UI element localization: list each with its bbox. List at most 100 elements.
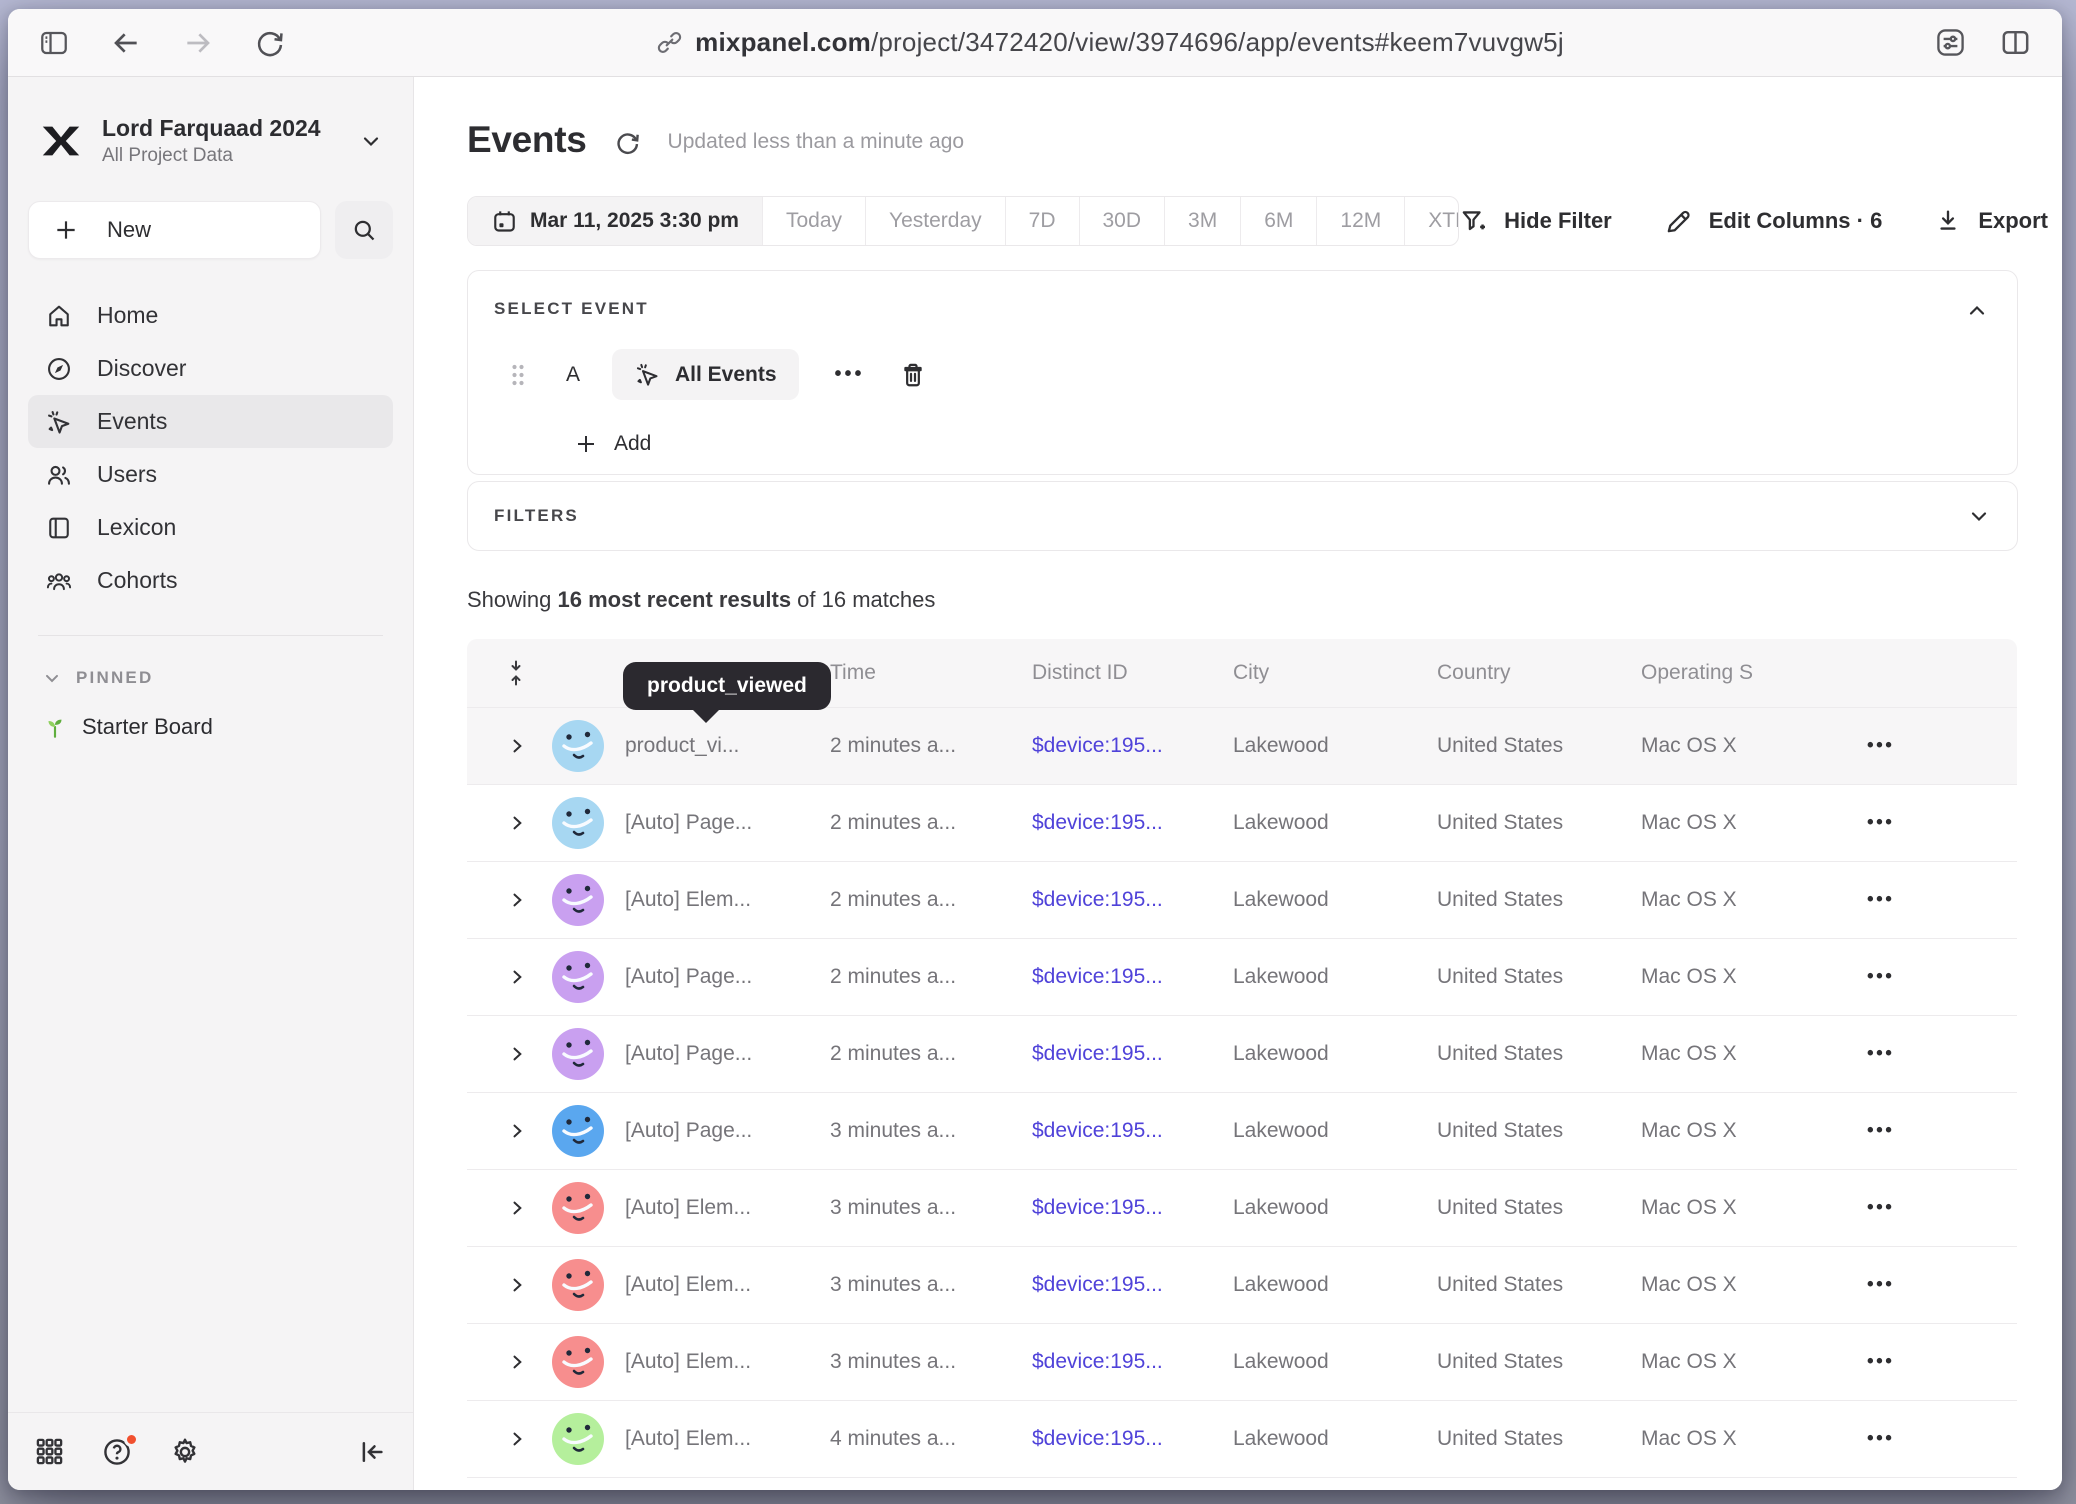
event-time: 3 minutes a... <box>830 1119 1032 1143</box>
sidebar-item-users[interactable]: Users <box>28 448 393 501</box>
event-selector-chip[interactable]: All Events <box>612 349 799 400</box>
page-settings-icon[interactable] <box>1934 26 1967 59</box>
sidebar-toggle-icon[interactable] <box>38 27 70 59</box>
book-icon <box>45 514 73 542</box>
distinct-id-link[interactable]: $device:195... <box>1032 734 1163 757</box>
distinct-id-link[interactable]: $device:195... <box>1032 965 1163 988</box>
row-expander chevron-right-icon[interactable] <box>507 967 527 987</box>
project-switcher[interactable]: Lord Farquaad 2024 All Project Data <box>28 115 393 167</box>
row-menu-icon[interactable]: ••• <box>1867 889 1894 911</box>
distinct-id-link[interactable]: $device:195... <box>1032 1350 1163 1373</box>
table-row[interactable]: [Auto] Elem... 3 minutes a... $device:19… <box>467 1246 2017 1323</box>
table-row[interactable]: [Auto] Elem... 4 minutes a... $device:19… <box>467 1400 2017 1477</box>
forward-icon[interactable] <box>182 27 214 59</box>
table-row[interactable]: [Auto] Elem... 3 minutes a... $device:19… <box>467 1169 2017 1246</box>
column-header-os[interactable]: Operating S <box>1641 661 1811 685</box>
distinct-id-link[interactable]: $device:195... <box>1032 1427 1163 1450</box>
collapse-sidebar-icon[interactable] <box>357 1437 387 1467</box>
event-country: United States <box>1437 1042 1641 1066</box>
row-menu-icon[interactable]: ••• <box>1867 812 1894 834</box>
row-menu-icon[interactable]: ••• <box>1867 1428 1894 1450</box>
distinct-id-link[interactable]: $device:195... <box>1032 1273 1163 1296</box>
sidebar-item-discover[interactable]: Discover <box>28 342 393 395</box>
date-range-6m[interactable]: 6M <box>1241 197 1317 245</box>
table-row[interactable]: [Auto] Elem... 2 minutes a... $device:19… <box>467 861 2017 938</box>
event-time: 3 minutes a... <box>830 1350 1032 1374</box>
tooltip-arrow <box>691 708 721 723</box>
expand-panel-icon chevron-down-icon[interactable] <box>1967 504 1991 528</box>
gear-icon[interactable] <box>169 1436 201 1468</box>
sidebar-item-events[interactable]: Events <box>28 395 393 448</box>
table-row[interactable]: ••• <box>467 1477 2017 1490</box>
date-range-30d[interactable]: 30D <box>1080 197 1166 245</box>
users-icon <box>45 461 73 489</box>
sidebar-item-cohorts[interactable]: Cohorts <box>28 554 393 607</box>
row-expander chevron-right-icon[interactable] <box>507 1044 527 1064</box>
refresh-icon[interactable] <box>613 128 642 157</box>
search-button[interactable] <box>335 201 393 259</box>
hide-filter-button[interactable]: Hide Filter <box>1459 207 1612 236</box>
distinct-id-link[interactable]: $device:195... <box>1032 1042 1163 1065</box>
row-expander chevron-right-icon[interactable] <box>507 1198 527 1218</box>
reload-icon[interactable] <box>254 27 286 59</box>
apps-grid-icon[interactable] <box>34 1436 65 1467</box>
row-menu-icon[interactable]: ••• <box>1867 966 1894 988</box>
row-expander chevron-right-icon[interactable] <box>507 813 527 833</box>
pinned-section-toggle[interactable]: PINNED <box>28 668 393 688</box>
row-expander chevron-right-icon[interactable] <box>507 890 527 910</box>
sidebar-item-starter-board[interactable]: Starter Board <box>28 714 393 740</box>
row-expander chevron-right-icon[interactable] <box>507 1429 527 1449</box>
table-row[interactable]: [Auto] Elem... 3 minutes a... $device:19… <box>467 1323 2017 1400</box>
row-menu-icon[interactable]: ••• <box>1867 1274 1894 1296</box>
row-menu-icon[interactable]: ••• <box>1867 1197 1894 1219</box>
date-range-3m[interactable]: 3M <box>1165 197 1241 245</box>
plus-icon <box>53 217 79 243</box>
column-header-distinct-id[interactable]: Distinct ID <box>1032 661 1233 685</box>
row-expander chevron-right-icon[interactable] <box>507 736 527 756</box>
collapse-panel-icon chevron-up-icon[interactable] <box>1965 299 1989 323</box>
date-range-7d[interactable]: 7D <box>1006 197 1080 245</box>
event-country: United States <box>1437 888 1641 912</box>
date-range-today[interactable]: Today <box>763 197 866 245</box>
address-bar[interactable]: mixpanel.com/project/3472420/view/397469… <box>286 27 1934 58</box>
distinct-id-link[interactable]: $device:195... <box>1032 1196 1163 1219</box>
event-city: Lakewood <box>1233 1119 1437 1143</box>
row-expander chevron-right-icon[interactable] <box>507 1275 527 1295</box>
event-options-icon[interactable]: ••• <box>835 363 865 386</box>
date-range-12m[interactable]: 12M <box>1317 197 1405 245</box>
split-view-icon[interactable] <box>1999 26 2032 59</box>
drag-handle-icon[interactable] <box>510 362 526 388</box>
date-range-yesterday[interactable]: Yesterday <box>866 197 1006 245</box>
edit-columns-button[interactable]: Edit Columns · 6 <box>1664 207 1883 236</box>
sidebar-item-home[interactable]: Home <box>28 289 393 342</box>
table-row[interactable]: [Auto] Page... 3 minutes a... $device:19… <box>467 1092 2017 1169</box>
distinct-id-link[interactable]: $device:195... <box>1032 888 1163 911</box>
row-menu-icon[interactable]: ••• <box>1867 1120 1894 1142</box>
table-row[interactable]: [Auto] Page... 2 minutes a... $device:19… <box>467 938 2017 1015</box>
date-range-xtd[interactable]: XTD <box>1405 197 1459 245</box>
row-menu-icon[interactable]: ••• <box>1867 735 1894 757</box>
add-event-button[interactable]: Add <box>574 432 651 456</box>
event-os: Mac OS X <box>1641 734 1811 758</box>
column-header-city[interactable]: City <box>1233 661 1437 685</box>
distinct-id-link[interactable]: $device:195... <box>1032 1119 1163 1142</box>
column-header-time[interactable]: Time <box>830 661 1032 685</box>
collapse-all-rows-icon[interactable] <box>505 660 527 686</box>
event-name: [Auto] Elem... <box>625 1196 830 1220</box>
table-row[interactable]: [Auto] Page... 2 minutes a... $device:19… <box>467 1015 2017 1092</box>
table-row[interactable]: [Auto] Page... 2 minutes a... $device:19… <box>467 784 2017 861</box>
export-button[interactable]: Export <box>1934 207 2048 235</box>
row-menu-icon[interactable]: ••• <box>1867 1043 1894 1065</box>
row-expander chevron-right-icon[interactable] <box>507 1352 527 1372</box>
row-menu-icon[interactable]: ••• <box>1867 1351 1894 1373</box>
row-expander chevron-right-icon[interactable] <box>507 1121 527 1141</box>
help-icon[interactable] <box>101 1436 133 1468</box>
new-button[interactable]: New <box>28 201 321 259</box>
column-header-country[interactable]: Country <box>1437 661 1641 685</box>
back-icon[interactable] <box>110 27 142 59</box>
distinct-id-link[interactable]: $device:195... <box>1032 811 1163 834</box>
sidebar-item-lexicon[interactable]: Lexicon <box>28 501 393 554</box>
trash-icon[interactable] <box>899 361 927 389</box>
date-range-mar-11-2025-3-30-pm[interactable]: Mar 11, 2025 3:30 pm <box>468 197 763 245</box>
event-os: Mac OS X <box>1641 811 1811 835</box>
